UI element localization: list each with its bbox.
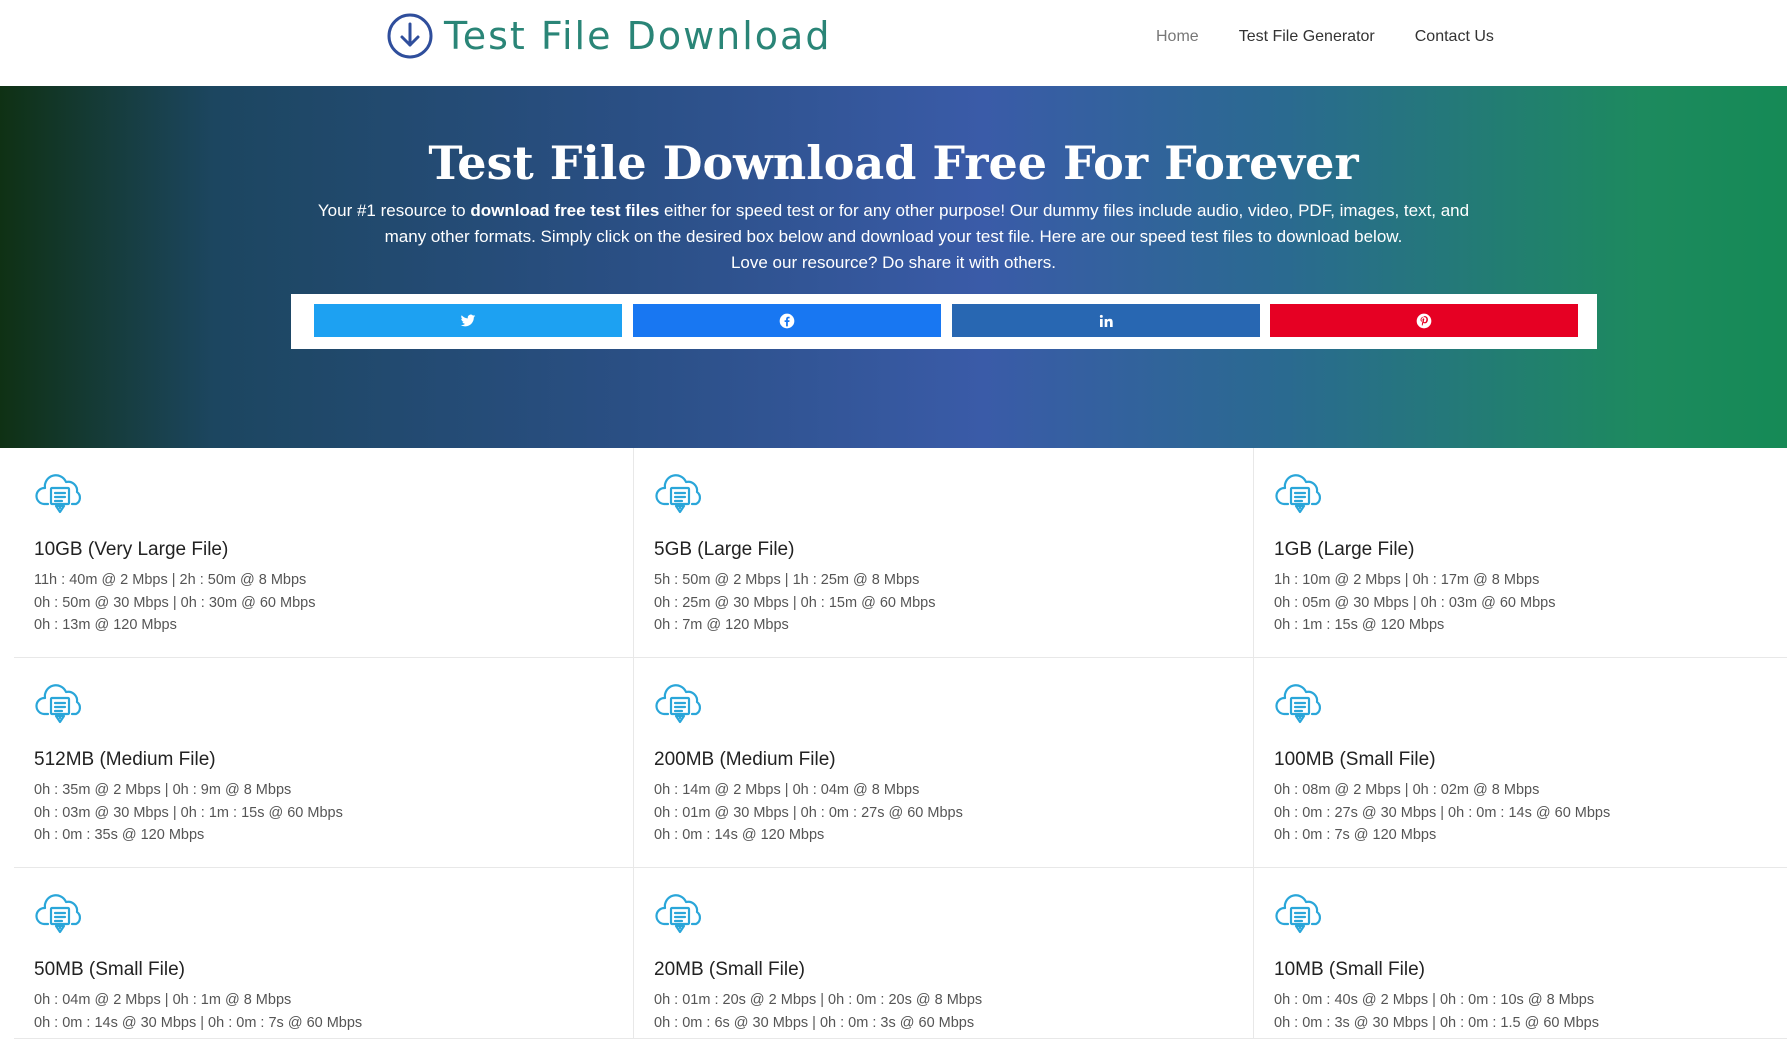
hero-text-bold: download free test files [470,201,660,220]
cloud-download-icon [34,468,86,520]
cloud-download-icon [34,888,86,940]
cloud-download-icon [1274,468,1326,520]
download-time-line: 0h : 50m @ 30 Mbps | 0h : 30m @ 60 Mbps [34,595,316,611]
download-time-line: 0h : 1m : 15s @ 120 Mbps [1274,617,1445,633]
file-card[interactable]: 5GB (Large File) 5h : 50m @ 2 Mbps | 1h :… [634,448,1254,658]
share-pinterest-button[interactable] [1270,304,1578,337]
file-card-title[interactable]: 20MB (Small File) [654,959,805,981]
hero-text-prefix: Your #1 resource to [317,201,471,220]
download-time-line: 1h : 10m @ 2 Mbps | 0h : 17m @ 8 Mbps [1274,572,1540,588]
pinterest-icon [1416,313,1432,328]
hero-banner: Test File Download Free For Forever Your… [0,86,1787,448]
twitter-icon [460,314,476,326]
file-card-title[interactable]: 1GB (Large File) [1274,539,1414,561]
file-card[interactable]: 10GB (Very Large File) 11h : 40m @ 2 Mbps… [14,448,634,658]
hero-title: Test File Download Free For Forever [428,136,1359,190]
download-time-line: 0h : 04m @ 2 Mbps | 0h : 1m @ 8 Mbps [34,992,292,1008]
cloud-download-icon [34,678,86,730]
download-time-line: 0h : 0m : 27s @ 30 Mbps | 0h : 0m : 14s … [1274,805,1611,821]
cloud-download-icon [1274,678,1326,730]
share-linkedin-button[interactable] [952,304,1260,337]
file-card-title[interactable]: 5GB (Large File) [654,539,794,561]
cloud-download-icon [654,678,706,730]
linkedin-icon [1099,314,1113,327]
download-time-line: 0h : 05m @ 30 Mbps | 0h : 03m @ 60 Mbps [1274,595,1556,611]
file-card-title[interactable]: 512MB (Medium File) [34,749,216,771]
site-logo[interactable]: Test File Download [386,12,831,60]
share-facebook-button[interactable] [633,304,941,337]
logo-text: Test File Download [444,14,832,58]
file-card[interactable]: 512MB (Medium File) 0h : 35m @ 2 Mbps | 0… [14,658,634,868]
share-twitter-button[interactable] [314,304,622,337]
file-card[interactable]: 50MB (Small File) 0h : 04m @ 2 Mbps | 0h … [14,868,634,1039]
file-card[interactable]: 1GB (Large File) 1h : 10m @ 2 Mbps | 0h :… [1254,448,1787,658]
hero-share-prompt: Love our resource? Do share it with othe… [730,253,1057,272]
nav-home[interactable]: Home [1156,28,1199,46]
cloud-download-icon [654,468,706,520]
download-time-line: 0h : 03m @ 30 Mbps | 0h : 1m : 15s @ 60 … [34,805,343,821]
download-time-line: 0h : 01m : 20s @ 2 Mbps | 0h : 0m : 20s … [654,992,983,1008]
download-time-line: 0h : 0m : 3s @ 30 Mbps | 0h : 0m : 1.5 @… [1274,1015,1599,1031]
download-time-line: 0h : 35m @ 2 Mbps | 0h : 9m @ 8 Mbps [34,782,292,798]
file-card-title[interactable]: 50MB (Small File) [34,959,185,981]
file-card-title[interactable]: 100MB (Small File) [1274,749,1436,771]
facebook-icon [779,313,795,328]
download-time-line: 11h : 40m @ 2 Mbps | 2h : 50m @ 8 Mbps [34,572,307,588]
file-card[interactable]: 200MB (Medium File) 0h : 14m @ 2 Mbps | 0… [634,658,1254,868]
download-time-line: 0h : 14m @ 2 Mbps | 0h : 04m @ 8 Mbps [654,782,920,798]
nav-contact-us[interactable]: Contact Us [1415,28,1494,46]
download-time-line: 0h : 13m @ 120 Mbps [34,617,177,633]
download-time-line: 0h : 0m : 6s @ 30 Mbps | 0h : 0m : 3s @ … [654,1015,975,1031]
download-time-line: 0h : 25m @ 30 Mbps | 0h : 15m @ 60 Mbps [654,595,936,611]
file-card[interactable]: 100MB (Small File) 0h : 08m @ 2 Mbps | 0h… [1254,658,1787,868]
cloud-download-icon [1274,888,1326,940]
download-time-line: 0h : 0m : 7s @ 120 Mbps [1274,827,1437,843]
cloud-download-icon [654,888,706,940]
share-bar [291,294,1597,349]
file-card-title[interactable]: 10MB (Small File) [1274,959,1425,981]
download-time-line: 0h : 08m @ 2 Mbps | 0h : 02m @ 8 Mbps [1274,782,1540,798]
file-card-title[interactable]: 200MB (Medium File) [654,749,836,771]
site-header: Test File Download Home Test File Genera… [0,0,1787,86]
file-card-title[interactable]: 10GB (Very Large File) [34,539,228,561]
nav-test-file-generator[interactable]: Test File Generator [1239,28,1375,46]
download-time-line: 0h : 0m : 14s @ 30 Mbps | 0h : 0m : 7s @… [34,1015,363,1031]
download-time-line: 0h : 0m : 40s @ 2 Mbps | 0h : 0m : 10s @… [1274,992,1595,1008]
download-time-line: 0h : 01m @ 30 Mbps | 0h : 0m : 27s @ 60 … [654,805,963,821]
file-grid: 10GB (Very Large File) 11h : 40m @ 2 Mbps… [14,448,1787,1039]
main-nav: Home Test File Generator Contact Us [1156,28,1534,46]
download-time-line: 5h : 50m @ 2 Mbps | 1h : 25m @ 8 Mbps [654,572,920,588]
hero-description: Your #1 resource to download free test f… [300,198,1487,276]
download-time-line: 0h : 0m : 14s @ 120 Mbps [654,827,825,843]
download-time-line: 0h : 7m @ 120 Mbps [654,617,789,633]
file-card[interactable]: 20MB (Small File) 0h : 01m : 20s @ 2 Mbps… [634,868,1254,1039]
download-time-line: 0h : 0m : 35s @ 120 Mbps [34,827,205,843]
download-circle-icon [387,13,433,59]
file-card[interactable]: 10MB (Small File) 0h : 0m : 40s @ 2 Mbps … [1254,868,1787,1039]
